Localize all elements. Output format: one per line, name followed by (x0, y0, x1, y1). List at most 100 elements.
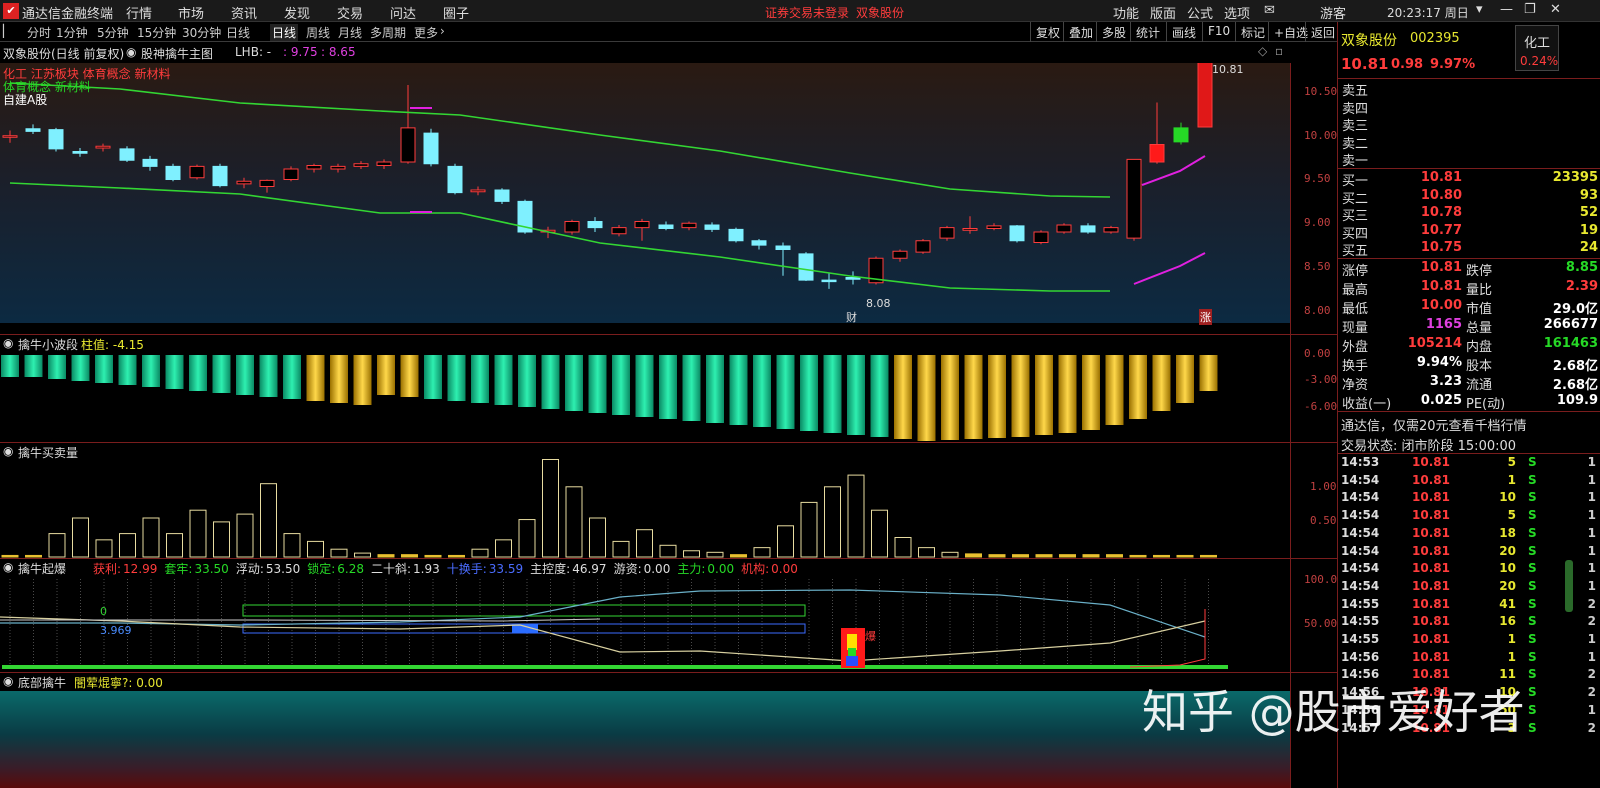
login-notice[interactable]: 证券交易未登录 (765, 4, 849, 21)
stock-link[interactable]: 双象股份 (856, 4, 904, 21)
menu-xuanxiang[interactable]: 选项 (1224, 3, 1250, 22)
tick-row[interactable]: 14:55 10.81 41 S 2 (1338, 597, 1600, 614)
menu-shichang[interactable]: 市场 (178, 3, 204, 22)
tick-row[interactable]: 14:54 10.81 20 S 1 (1338, 579, 1600, 596)
stat-row: 最高 10.81 量比 2.39 (1338, 279, 1600, 298)
volume-bar (495, 539, 512, 558)
sector-box[interactable]: 化工 0.24% (1515, 25, 1559, 71)
stat-value: 161463 (1543, 336, 1598, 351)
tick-row[interactable]: 14:54 10.81 1 S 1 (1338, 473, 1600, 490)
buy-row[interactable]: 买一 10.81 23395 (1338, 170, 1600, 189)
wave-bar (847, 355, 865, 435)
tick-time: 14:55 (1341, 614, 1380, 629)
marker-cai[interactable]: 财 (846, 309, 857, 325)
mail-icon[interactable]: ✉ (1264, 3, 1275, 18)
wave-bar (1176, 355, 1194, 403)
tick-row[interactable]: 14:54 10.81 5 S 1 (1338, 508, 1600, 525)
close-icon[interactable]: ✕ (1550, 2, 1561, 17)
btn-huaxian[interactable]: 画线 (1166, 22, 1201, 42)
sell-row[interactable]: 卖二 (1338, 133, 1600, 152)
menu-wenda[interactable]: 问达 (390, 3, 416, 22)
tick-side: S (1528, 720, 1537, 735)
main-indicator-name[interactable]: 股神擒牛主图 (141, 45, 213, 62)
menu-banmian[interactable]: 版面 (1150, 3, 1176, 22)
btn-fuquan[interactable]: 复权 (1030, 22, 1065, 42)
tick-volume: 20 (1499, 578, 1516, 593)
candle-body (1103, 227, 1119, 233)
candle-body (470, 189, 486, 193)
period-more[interactable]: 更多 (414, 24, 438, 41)
period-day[interactable]: 日线 (270, 24, 299, 41)
menu-gongneng[interactable]: 功能 (1113, 3, 1139, 22)
menu-hangqing[interactable]: 行情 (126, 3, 152, 22)
tick-row[interactable]: 14:55 10.81 1 S 1 (1338, 632, 1600, 649)
sell-row[interactable]: 卖四 (1338, 98, 1600, 117)
candle-body (1149, 144, 1165, 163)
period-5min[interactable]: 5分钟 (97, 24, 129, 41)
menu-jiaoyi[interactable]: 交易 (337, 3, 363, 22)
tick-price: 10.81 (1412, 543, 1450, 558)
promo-text[interactable]: 通达信，仅需20元查看千档行情 (1341, 415, 1527, 434)
volume-bar (236, 513, 254, 558)
tick-row[interactable]: 14:53 10.81 5 S 1 (1338, 455, 1600, 472)
candle-body (259, 179, 275, 187)
more-chevron-icon[interactable]: › (440, 24, 445, 38)
breakout-pane[interactable]: ◉ 擒牛起爆 获利: 12.99 套牢: 33.50 浮动: 53.50 锁定: 6.28 二十… (0, 559, 1290, 672)
wave-bar (753, 355, 771, 427)
btn-f10[interactable]: F10 (1202, 22, 1235, 42)
btn-diejia[interactable]: 叠加 (1063, 22, 1098, 42)
menu-zixun[interactable]: 资讯 (231, 3, 257, 22)
buy-row[interactable]: 买三 10.78 52 (1338, 205, 1600, 224)
menu-arrow-icon[interactable]: ▾ (1476, 2, 1483, 17)
y-tick: 10.00 (1304, 129, 1338, 142)
btn-duogu[interactable]: 多股 (1096, 22, 1131, 42)
period-15min[interactable]: 15分钟 (137, 24, 176, 41)
candle-body (1173, 127, 1189, 143)
sell-row[interactable]: 卖五 (1338, 80, 1600, 99)
btn-biaoji[interactable]: 标记 (1235, 22, 1270, 42)
indicator-dropdown-icon[interactable]: ◉ (126, 45, 136, 59)
candlestick-chart[interactable]: 化工 江苏板块 体育概念 新材料 体育概念 新材料 自建A股 10.81 8.0… (0, 63, 1290, 325)
period-fenshi[interactable]: 分时 (27, 24, 51, 41)
menu-faxian[interactable]: 发现 (284, 3, 310, 22)
menu-quanzi[interactable]: 圈子 (443, 3, 469, 22)
candle-body (212, 165, 228, 187)
menu-gongshi[interactable]: 公式 (1187, 3, 1213, 22)
bottom-pane[interactable]: ◉ 底部擒牛 闇荤焜寧?: 0.00 (0, 673, 1290, 788)
tick-scrollbar[interactable] (1565, 560, 1573, 612)
volume-pane[interactable]: ◉ 擒牛买卖量 (0, 443, 1290, 558)
buy-volume: 24 (1579, 240, 1598, 255)
buy-row[interactable]: 买二 10.80 93 (1338, 188, 1600, 207)
period-month[interactable]: 月线 (338, 24, 362, 41)
pane-toggle-icon[interactable]: ◉ (3, 674, 13, 688)
sell-row[interactable]: 卖一 (1338, 150, 1600, 169)
toolbar-grip-icon[interactable]: ▏ (3, 24, 12, 38)
volume-bar (377, 554, 395, 558)
period-multi[interactable]: 多周期 (370, 24, 406, 41)
period-1min[interactable]: 1分钟 (56, 24, 88, 41)
tick-row[interactable]: 14:54 10.81 18 S 1 (1338, 526, 1600, 543)
btn-back[interactable]: 返回 (1305, 22, 1340, 42)
tick-row[interactable]: 14:55 10.81 16 S 2 (1338, 614, 1600, 631)
wave-pane[interactable]: ◉ 擒牛小波段 柱值: -4.15 (0, 335, 1290, 443)
marker-zhang[interactable]: 涨 (1199, 309, 1212, 325)
buy-label: 买五 (1342, 244, 1369, 259)
buy-row[interactable]: 买四 10.77 19 (1338, 223, 1600, 242)
candle-body (494, 189, 510, 202)
btn-tongji[interactable]: 统计 (1130, 22, 1165, 42)
period-week[interactable]: 周线 (306, 24, 330, 41)
user-label[interactable]: 游客 (1320, 3, 1346, 22)
period-30min[interactable]: 30分钟 (182, 24, 221, 41)
pane-diamond-icon[interactable]: ◇ (1258, 44, 1267, 58)
restore-icon[interactable]: ❐ (1524, 2, 1536, 17)
tick-time: 14:54 (1341, 490, 1380, 505)
tick-row[interactable]: 14:54 10.81 20 S 1 (1338, 544, 1600, 561)
pane-square-icon[interactable]: ▫ (1275, 44, 1283, 58)
sell-row[interactable]: 卖三 (1338, 115, 1600, 134)
tick-row[interactable]: 14:56 10.81 1 S 1 (1338, 650, 1600, 667)
tick-row[interactable]: 14:54 10.81 10 S 1 (1338, 490, 1600, 507)
minimize-icon[interactable]: — (1500, 2, 1513, 17)
tick-row[interactable]: 14:54 10.81 10 S 1 (1338, 561, 1600, 578)
buy-row[interactable]: 买五 10.75 24 (1338, 240, 1600, 259)
period-60min[interactable]: 日线 (226, 24, 250, 41)
